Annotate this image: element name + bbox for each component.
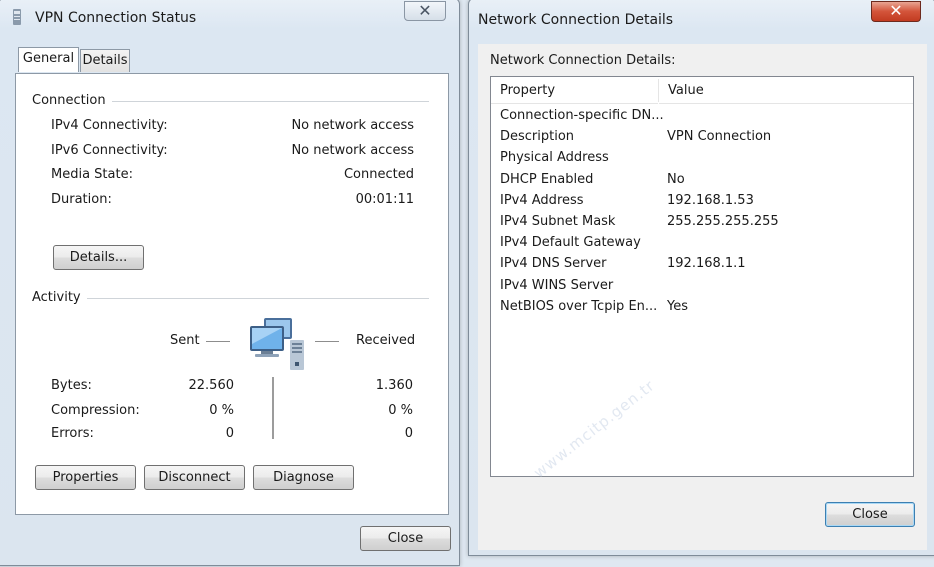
details-row-property: Physical Address bbox=[500, 150, 609, 166]
details-row-property: Description bbox=[500, 129, 575, 145]
activity-center-line bbox=[272, 377, 274, 439]
compression-sent-value: 0 % bbox=[209, 403, 234, 418]
errors-received-value: 0 bbox=[404, 426, 413, 441]
details-list: Property Value Connection-specific DN...… bbox=[490, 76, 914, 477]
details-row-property: IPv4 Address bbox=[500, 192, 584, 208]
diagnose-button[interactable]: Diagnose bbox=[253, 465, 354, 490]
tab-details[interactable]: Details bbox=[80, 49, 130, 72]
details-row-value: No bbox=[667, 171, 685, 187]
details-row-value: VPN Connection bbox=[667, 129, 772, 145]
received-line bbox=[315, 341, 339, 342]
connection-divider bbox=[99, 101, 429, 102]
details-row-property: IPv4 Default Gateway bbox=[500, 235, 641, 251]
details-row[interactable]: IPv4 WINS Server bbox=[491, 278, 913, 299]
ipv6-connectivity-value: No network access bbox=[291, 143, 414, 158]
details-row[interactable]: IPv4 Subnet Mask 255.255.255.255 bbox=[491, 214, 913, 235]
network-computers-icon bbox=[250, 318, 304, 370]
errors-sent-value: 0 bbox=[225, 426, 234, 441]
details-window-title: Network Connection Details bbox=[478, 12, 674, 28]
disconnect-button[interactable]: Disconnect bbox=[144, 465, 245, 490]
details-row-property: IPv4 WINS Server bbox=[500, 277, 614, 293]
bytes-received-value: 1.360 bbox=[375, 378, 413, 393]
details-caption: Network Connection Details: bbox=[490, 53, 676, 68]
details-row-value: 192.168.1.53 bbox=[667, 192, 754, 208]
details-row-value: Yes bbox=[667, 298, 688, 314]
general-tab-panel: Connection IPv4 Connectivity: No network… bbox=[15, 73, 449, 515]
media-state-value: Connected bbox=[343, 167, 414, 182]
details-row-property: NetBIOS over Tcpip En... bbox=[500, 298, 658, 314]
bytes-label: Bytes: bbox=[51, 378, 92, 393]
details-row-property: DHCP Enabled bbox=[500, 171, 594, 187]
details-row[interactable]: IPv4 Address 192.168.1.53 bbox=[491, 193, 913, 214]
vpn-window-icon bbox=[13, 9, 21, 25]
connection-heading: Connection bbox=[32, 93, 112, 108]
window-title: VPN Connection Status bbox=[35, 10, 197, 26]
details-row-value: 192.168.1.1 bbox=[667, 256, 746, 272]
compression-received-value: 0 % bbox=[388, 403, 413, 418]
details-row[interactable]: DHCP Enabled No bbox=[491, 172, 913, 193]
activity-divider bbox=[80, 298, 429, 299]
sent-line bbox=[206, 341, 230, 342]
details-row-property: Connection-specific DN... bbox=[500, 108, 664, 123]
bytes-sent-value: 22.560 bbox=[188, 378, 235, 393]
details-row[interactable]: IPv4 Default Gateway bbox=[491, 235, 913, 256]
ipv6-connectivity-label: IPv6 Connectivity: bbox=[51, 143, 168, 158]
compression-label: Compression: bbox=[51, 403, 140, 418]
vpn-connection-status-window: VPN Connection Status ✕ General Details … bbox=[0, 0, 460, 566]
details-close-icon[interactable]: ✕ bbox=[871, 1, 921, 22]
details-row[interactable]: Description VPN Connection bbox=[491, 129, 913, 150]
duration-value: 00:01:11 bbox=[355, 192, 414, 207]
received-label: Received bbox=[356, 333, 416, 348]
sent-label: Sent bbox=[170, 333, 200, 348]
window-close-icon[interactable]: ✕ bbox=[404, 1, 446, 21]
value-column-header[interactable]: Value bbox=[659, 77, 913, 104]
media-state-label: Media State: bbox=[51, 167, 133, 182]
details-row-property: IPv4 DNS Server bbox=[500, 256, 607, 272]
details-row[interactable]: Connection-specific DN... bbox=[491, 108, 913, 129]
details-row[interactable]: Physical Address bbox=[491, 150, 913, 171]
ipv4-connectivity-label: IPv4 Connectivity: bbox=[51, 118, 168, 133]
details-row-property: IPv4 Subnet Mask bbox=[500, 214, 616, 229]
property-column-header[interactable]: Property bbox=[491, 77, 658, 104]
errors-label: Errors: bbox=[51, 426, 94, 441]
details-rows: Connection-specific DN... Description VPN … bbox=[491, 108, 913, 408]
properties-button[interactable]: Properties bbox=[35, 465, 136, 490]
activity-heading: Activity bbox=[32, 290, 87, 305]
details-close-button[interactable]: Close bbox=[825, 502, 915, 527]
close-button[interactable]: Close bbox=[360, 526, 451, 551]
details-row[interactable]: NetBIOS over Tcpip En... Yes bbox=[491, 299, 913, 320]
ipv4-connectivity-value: No network access bbox=[291, 118, 414, 133]
details-row-value: 255.255.255.255 bbox=[667, 214, 779, 229]
tab-general[interactable]: General bbox=[18, 47, 79, 72]
details-row[interactable]: IPv4 DNS Server 192.168.1.1 bbox=[491, 256, 913, 277]
details-button[interactable]: Details... bbox=[53, 245, 144, 270]
duration-label: Duration: bbox=[51, 192, 112, 207]
